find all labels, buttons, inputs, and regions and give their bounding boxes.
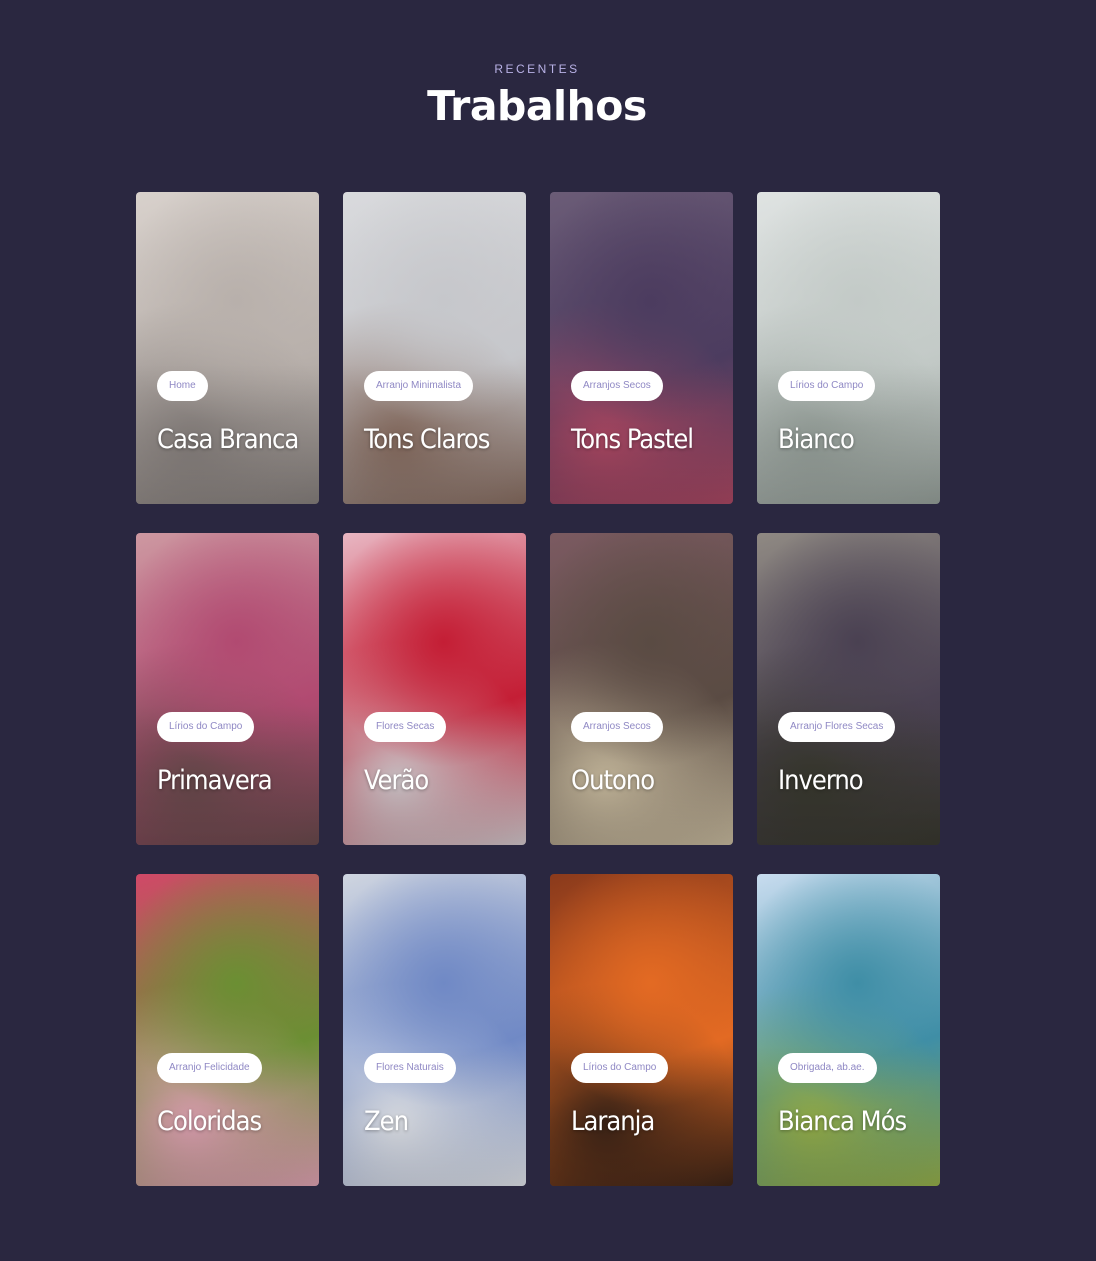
card-title: Verão <box>364 765 429 796</box>
card-tag[interactable]: Arranjos Secos <box>571 712 663 742</box>
card-tag[interactable]: Lírios do Campo <box>778 371 876 401</box>
card-title: Inverno <box>778 765 864 796</box>
card-title: Bianca Mós <box>778 1106 907 1137</box>
card-tag[interactable]: Flores Naturais <box>364 1053 456 1083</box>
work-card[interactable]: Lírios do Campo Primavera <box>136 533 319 845</box>
card-tag[interactable]: Arranjo Flores Secas <box>778 712 896 742</box>
card-tag[interactable]: Lírios do Campo <box>157 712 255 742</box>
card-tag[interactable]: Arranjo Felicidade <box>157 1053 262 1083</box>
card-title: Tons Pastel <box>571 424 694 455</box>
card-title: Coloridas <box>157 1106 262 1137</box>
work-card[interactable]: Lírios do Campo Laranja <box>550 874 733 1186</box>
work-card[interactable]: Flores Naturais Zen <box>343 874 526 1186</box>
works-section: RECENTES Trabalhos Home Casa Branca Arra… <box>0 0 1096 1261</box>
work-card[interactable]: Arranjo Felicidade Coloridas <box>136 874 319 1186</box>
card-tag[interactable]: Flores Secas <box>364 712 447 742</box>
work-card[interactable]: Arranjo Minimalista Tons Claros <box>343 192 526 504</box>
section-eyebrow: RECENTES <box>494 62 580 76</box>
card-title: Laranja <box>571 1106 655 1137</box>
work-card[interactable]: Lírios do Campo Bianco <box>757 192 940 504</box>
work-card[interactable]: Flores Secas Verão <box>343 533 526 845</box>
card-tag[interactable]: Lírios do Campo <box>571 1053 669 1083</box>
card-title: Casa Branca <box>157 424 299 455</box>
work-card[interactable]: Home Casa Branca <box>136 192 319 504</box>
card-title: Primavera <box>157 765 273 796</box>
card-title: Outono <box>571 765 655 796</box>
work-card[interactable]: Arranjos Secos Outono <box>550 533 733 845</box>
card-title: Bianco <box>778 424 855 455</box>
work-card[interactable]: Arranjos Secos Tons Pastel <box>550 192 733 504</box>
card-title: Zen <box>364 1106 409 1137</box>
work-card[interactable]: Arranjo Flores Secas Inverno <box>757 533 940 845</box>
card-tag[interactable]: Home <box>157 371 208 401</box>
card-tag[interactable]: Arranjos Secos <box>571 371 663 401</box>
card-tag[interactable]: Obrigada, ab.ae. <box>778 1053 877 1083</box>
work-card[interactable]: Obrigada, ab.ae. Bianca Mós <box>757 874 940 1186</box>
card-title: Tons Claros <box>364 424 490 455</box>
section-title: Trabalhos <box>427 82 647 130</box>
card-tag[interactable]: Arranjo Minimalista <box>364 371 474 401</box>
works-grid: Home Casa Branca Arranjo Minimalista Ton… <box>136 192 940 1186</box>
